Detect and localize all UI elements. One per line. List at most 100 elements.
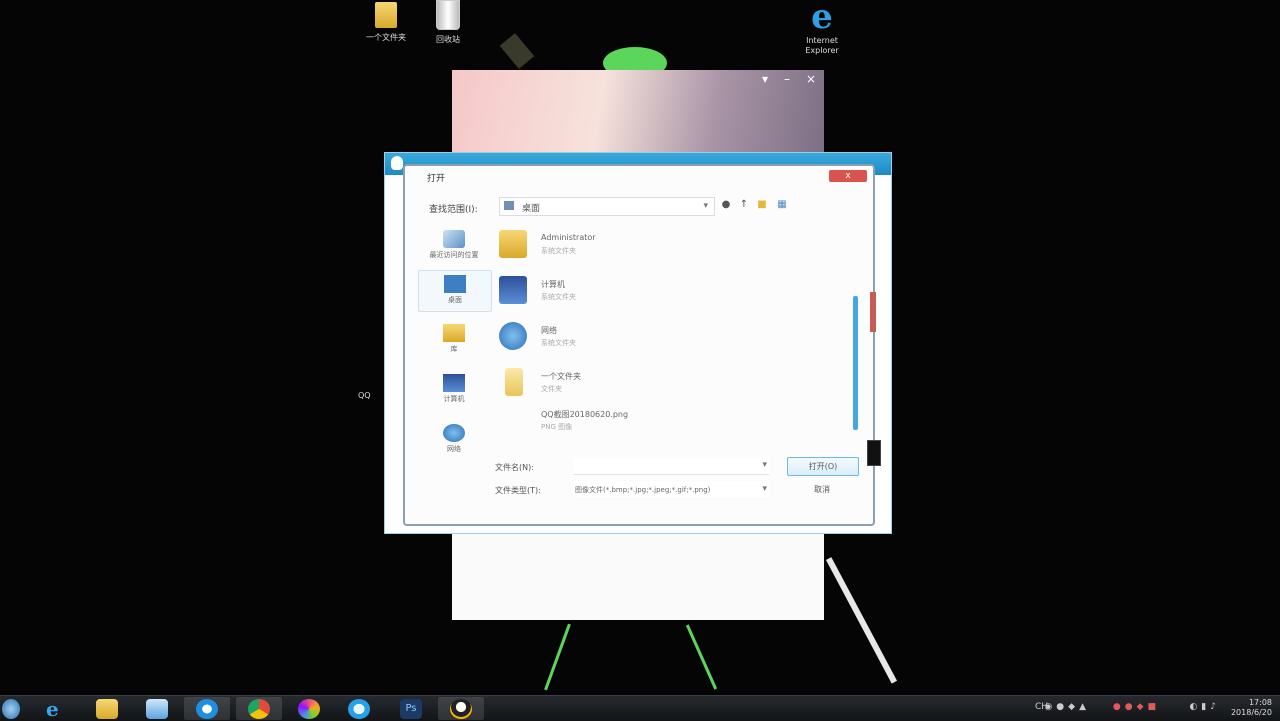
ie-icon: e bbox=[46, 697, 59, 721]
background-window-edge bbox=[867, 440, 881, 466]
wallpaper-doodle bbox=[685, 624, 718, 690]
vertical-scrollbar[interactable] bbox=[851, 222, 861, 438]
place-label: 网络 bbox=[447, 445, 461, 453]
place-desktop[interactable]: 桌面 bbox=[418, 270, 492, 312]
windows-start-icon bbox=[2, 699, 20, 719]
folder-icon bbox=[96, 699, 118, 719]
desktop-icon-folder[interactable]: 一个文件夹 bbox=[356, 2, 416, 43]
look-in-label: 查找范围(I): bbox=[429, 205, 478, 215]
list-item[interactable]: 网络 系统文件夹 bbox=[495, 316, 835, 358]
desktop-icon bbox=[444, 275, 466, 293]
background-window-edge bbox=[870, 292, 876, 332]
desktop-side-text: QQ bbox=[358, 391, 371, 400]
browser-icon bbox=[348, 699, 370, 719]
place-label: 最近访问的位置 bbox=[429, 251, 479, 259]
place-label: 计算机 bbox=[443, 395, 465, 403]
dropdown-icon[interactable]: ▾ bbox=[762, 72, 768, 86]
wallpaper-doodle bbox=[499, 33, 535, 69]
look-in-value: 桌面 bbox=[522, 204, 541, 214]
file-name: 网络 bbox=[541, 326, 557, 335]
file-type: 系统文件夹 bbox=[541, 339, 576, 347]
minimize-icon[interactable]: – bbox=[784, 72, 790, 86]
cancel-button[interactable]: 取消 bbox=[787, 481, 857, 498]
up-folder-icon[interactable]: ↑ bbox=[737, 198, 751, 212]
start-button[interactable] bbox=[0, 697, 22, 720]
close-button[interactable]: x bbox=[829, 170, 867, 182]
taskbar-item-qq-browser-2[interactable] bbox=[336, 697, 382, 720]
chevron-down-icon: ▾ bbox=[762, 460, 767, 470]
ie-icon: e bbox=[811, 0, 833, 37]
new-folder-icon[interactable]: ■ bbox=[755, 198, 769, 212]
desktop-icon-ie[interactable]: e Internet Explorer bbox=[792, 0, 852, 56]
dialog-title: 打开 bbox=[427, 174, 446, 184]
taskbar-item-chrome[interactable] bbox=[236, 697, 282, 720]
file-type: 文件夹 bbox=[541, 385, 562, 393]
user-folder-icon bbox=[499, 230, 527, 258]
computer-icon bbox=[443, 374, 465, 392]
computer-icon bbox=[499, 276, 527, 304]
clock-time: 17:08 bbox=[1248, 698, 1272, 707]
taskbar-item-ie[interactable]: e bbox=[34, 697, 80, 720]
qq-penguin-icon bbox=[391, 156, 403, 170]
taskbar-item-color-app[interactable] bbox=[286, 697, 332, 720]
open-button[interactable]: 打开(O) bbox=[787, 457, 859, 476]
list-item[interactable]: Administrator 系统文件夹 bbox=[495, 224, 835, 266]
chrome-icon bbox=[248, 699, 270, 719]
taskbar-item-photoshop[interactable]: Ps bbox=[388, 697, 434, 720]
tray-app-icons[interactable]: ●●◆■ bbox=[1113, 702, 1160, 712]
file-type-value: 图像文件(*.bmp;*.jpg;*.jpeg;*.gif;*.png) bbox=[575, 486, 711, 494]
network-icon bbox=[499, 322, 527, 350]
photoshop-icon: Ps bbox=[400, 699, 422, 719]
desktop-icon bbox=[504, 201, 514, 210]
file-type-label: 文件类型(T): bbox=[495, 486, 541, 495]
place-label: 桌面 bbox=[448, 296, 462, 304]
colorful-app-icon bbox=[298, 699, 320, 719]
place-recent[interactable]: 最近访问的位置 bbox=[418, 226, 490, 260]
look-in-dropdown[interactable]: 桌面 ▾ bbox=[499, 197, 715, 216]
clock-date: 2018/6/20 bbox=[1230, 708, 1272, 717]
desktop-icon-recycle-bin[interactable]: 回收站 bbox=[418, 0, 478, 45]
file-type-select[interactable]: 图像文件(*.bmp;*.jpg;*.jpeg;*.gif;*.png) ▾ bbox=[573, 481, 769, 497]
app-icon bbox=[146, 699, 168, 719]
folder-icon bbox=[505, 368, 523, 396]
file-name: QQ截图20180620.png bbox=[541, 410, 629, 419]
place-label: 库 bbox=[450, 345, 458, 353]
view-menu-icon[interactable]: ▦ bbox=[775, 198, 789, 212]
list-item[interactable]: 一个文件夹 文件夹 bbox=[495, 362, 835, 404]
tray-system-icons[interactable]: ◐▮♪ bbox=[1189, 702, 1220, 712]
file-name-label: 文件名(N): bbox=[495, 463, 534, 472]
network-icon bbox=[443, 424, 465, 442]
folder-icon bbox=[375, 2, 397, 28]
close-icon[interactable]: × bbox=[806, 72, 816, 86]
file-type: 系统文件夹 bbox=[541, 293, 576, 301]
recent-places-icon bbox=[443, 230, 465, 248]
file-type: 系统文件夹 bbox=[541, 247, 576, 255]
wallpaper-doodle bbox=[826, 557, 898, 684]
taskbar: e Ps CH ◉●◆▲ ●●◆■ ◐▮♪ 17:08 2018/6/20 bbox=[0, 695, 1280, 721]
file-list: Administrator 系统文件夹 计算机 系统文件夹 网络 系统文件夹 一… bbox=[495, 220, 847, 432]
tray-icons[interactable]: ◉●◆▲ bbox=[1044, 702, 1090, 712]
browser-icon bbox=[196, 699, 218, 719]
place-network[interactable]: 网络 bbox=[418, 420, 490, 454]
taskbar-clock[interactable]: 17:08 2018/6/20 bbox=[1231, 698, 1272, 718]
chevron-down-icon: ▾ bbox=[703, 201, 708, 211]
chevron-down-icon: ▾ bbox=[762, 484, 767, 494]
file-name: 计算机 bbox=[541, 280, 565, 289]
taskbar-item-qq[interactable] bbox=[438, 697, 484, 720]
list-item[interactable]: QQ截图20180620.png PNG 图像 bbox=[495, 400, 835, 442]
places-bar: 最近访问的位置 桌面 库 计算机 网络 bbox=[418, 220, 492, 470]
taskbar-item-app[interactable] bbox=[134, 697, 180, 720]
scrollbar-thumb[interactable] bbox=[853, 296, 858, 430]
file-name: 一个文件夹 bbox=[541, 372, 581, 381]
taskbar-item-qq-browser[interactable] bbox=[184, 697, 230, 720]
place-libraries[interactable]: 库 bbox=[418, 320, 490, 354]
list-item[interactable]: 计算机 系统文件夹 bbox=[495, 270, 835, 312]
back-icon[interactable]: ● bbox=[719, 198, 733, 212]
taskbar-item-explorer[interactable] bbox=[84, 697, 130, 720]
place-computer[interactable]: 计算机 bbox=[418, 370, 490, 404]
open-file-dialog: 打开 x 查找范围(I): 桌面 ▾ ● ↑ ■ ▦ 最近访问的位置 桌面 库 … bbox=[403, 164, 875, 526]
file-name: Administrator bbox=[541, 233, 596, 242]
file-type: PNG 图像 bbox=[541, 423, 573, 431]
file-name-input[interactable]: ▾ bbox=[573, 458, 769, 475]
recycle-bin-icon bbox=[436, 0, 460, 30]
